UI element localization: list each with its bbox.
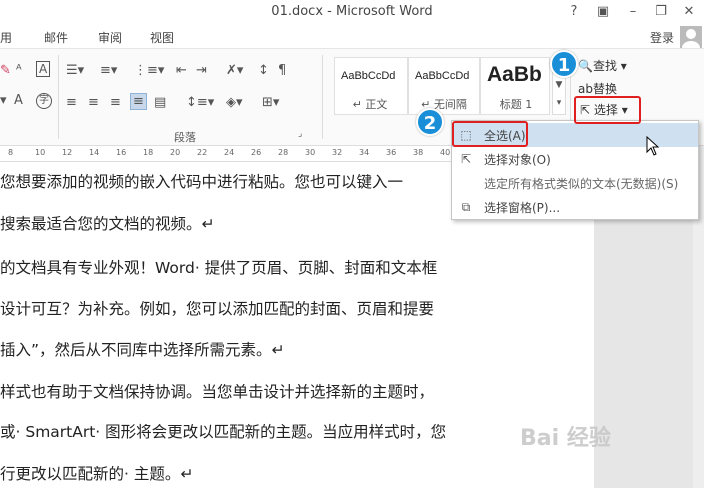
show-marks-icon[interactable]: ¶ (278, 63, 286, 78)
dropdown-arrow-icon[interactable]: ▾ (0, 93, 7, 108)
bullets-icon[interactable]: ☰▾ (66, 63, 84, 78)
ruler-tick: 20 (170, 148, 181, 157)
doc-line[interactable]: 设计可互？为补充。例如，您可以添加匹配的封面、页眉和提要 (0, 297, 434, 319)
doc-line[interactable]: 您想要添加的视频的嵌入代码中进行粘贴。您也可以键入一 (0, 170, 403, 192)
char-border-icon[interactable]: A (36, 61, 51, 77)
ruler-tick: 12 (62, 148, 73, 157)
bold-a-icon[interactable]: ᴬ (16, 63, 22, 78)
doc-line[interactable]: 行更改以匹配新的· 主题。↵ (0, 462, 193, 484)
ruler-tick: 38 (413, 148, 424, 157)
align-left-icon[interactable]: ≡ (66, 95, 77, 110)
numbering-icon[interactable]: ≡▾ (100, 63, 117, 78)
ruler-tick: 24 (224, 148, 235, 157)
multilevel-list-icon[interactable]: ⋮≡▾ (134, 63, 164, 78)
selection-pane-icon: ⧉ (461, 200, 471, 214)
style-normal[interactable]: AaBbCcDd ↵ 正文 (334, 57, 408, 115)
avatar[interactable] (680, 26, 702, 55)
ruler-tick: 10 (35, 148, 46, 157)
align-center-icon[interactable]: ≡ (88, 95, 99, 110)
sort-icon[interactable]: ↕ (258, 63, 269, 78)
increase-indent-icon[interactable]: ⇥ (196, 63, 207, 78)
login-link[interactable]: 登录 (650, 29, 674, 46)
ruler-tick: 30 (305, 148, 316, 157)
find-button[interactable]: 🔍查找 ▾ (578, 57, 627, 74)
style-no-spacing[interactable]: AaBbCcDd ↵ 无间隔 (408, 57, 480, 115)
doc-line[interactable]: 搜索最适合您的文档的视频。↵ (0, 212, 215, 234)
justify-icon[interactable]: ≡ (130, 93, 147, 110)
ribbon-tabs: 用 邮件 审阅 视图 登录 (0, 26, 704, 48)
step-2-badge: 2 (416, 108, 444, 136)
menu-item-select-similar[interactable]: 选定所有格式类似的文本(无数据)(S) (452, 171, 698, 195)
ribbon-display-options-icon[interactable]: ▣ (592, 3, 614, 21)
enclose-char-icon[interactable]: 字 (36, 93, 52, 109)
tab-view[interactable]: 视图 (150, 29, 174, 46)
ruler-tick: 16 (116, 148, 127, 157)
tab-mailings[interactable]: 邮件 (44, 29, 68, 46)
close-button[interactable]: ✕ (678, 3, 700, 21)
dialog-launcher-icon[interactable]: ⌟ (298, 129, 302, 139)
tab-partial[interactable]: 用 (0, 29, 12, 46)
ruler-tick: 36 (386, 148, 397, 157)
ruler-tick: 8 (8, 148, 14, 157)
find-label: 查找 (592, 59, 617, 73)
select-objects-icon: ⇱ (460, 152, 472, 166)
step-1-badge: 1 (550, 50, 578, 78)
borders-icon[interactable]: ⊞▾ (262, 95, 279, 110)
ruler-tick: 22 (197, 148, 208, 157)
watermark-logo: Bai 经验 (520, 426, 611, 451)
doc-line[interactable]: 的文档具有专业外观！Word· 提供了页眉、页脚、封面和文本框 (0, 256, 437, 278)
replace-label: 替换 (592, 82, 617, 96)
eraser-icon[interactable]: ✎ (0, 63, 11, 78)
paragraph-group-label: 段落 (174, 131, 196, 144)
doc-line[interactable]: 或· SmartArt· 图形将会更改以匹配新的主题。当应用样式时，您 (0, 420, 446, 442)
tab-review[interactable]: 审阅 (98, 29, 122, 46)
ruler-tick: 34 (359, 148, 370, 157)
menu-item-select-objects[interactable]: ⇱ 选择对象(O) (452, 147, 698, 171)
menu-item-selection-pane[interactable]: ⧉ 选择窗格(P)... (452, 195, 698, 219)
style-heading-1[interactable]: AaBb 标题 1 (480, 57, 550, 115)
distributed-icon[interactable]: ▤ (154, 95, 166, 110)
line-spacing-icon[interactable]: ↕≡▾ (186, 95, 214, 110)
highlight-select-button (574, 96, 641, 124)
doc-line[interactable]: 插入”，然后从不同库中选择所需元素。↵ (0, 338, 285, 360)
ruler-tick: 18 (143, 148, 154, 157)
help-button[interactable]: ? (563, 3, 585, 21)
chinese-layout-icon[interactable]: ✗▾ (226, 63, 243, 78)
highlight-select-all (452, 121, 528, 147)
ruler-tick: 28 (278, 148, 289, 157)
font-color-icon[interactable]: A (14, 93, 23, 108)
mouse-cursor-icon (646, 135, 660, 160)
replace-button[interactable]: ab替换 (578, 80, 617, 97)
decrease-indent-icon[interactable]: ⇤ (176, 63, 187, 78)
ruler-tick: 32 (332, 148, 343, 157)
ruler-tick: 26 (251, 148, 262, 157)
minimize-button[interactable]: – (622, 3, 644, 21)
shading-icon[interactable]: ◈▾ (226, 95, 243, 110)
ruler-tick: 14 (89, 148, 100, 157)
doc-line[interactable]: 样式也有助于文档保持协调。当您单击设计并选择新的主题时， (0, 380, 434, 402)
title-bar: 01.docx - Microsoft Word ? ▣ – ❐ ✕ (0, 0, 704, 26)
ruler-tick: 40 (440, 148, 451, 157)
restore-button[interactable]: ❐ (650, 3, 672, 21)
align-right-icon[interactable]: ≡ (110, 95, 121, 110)
